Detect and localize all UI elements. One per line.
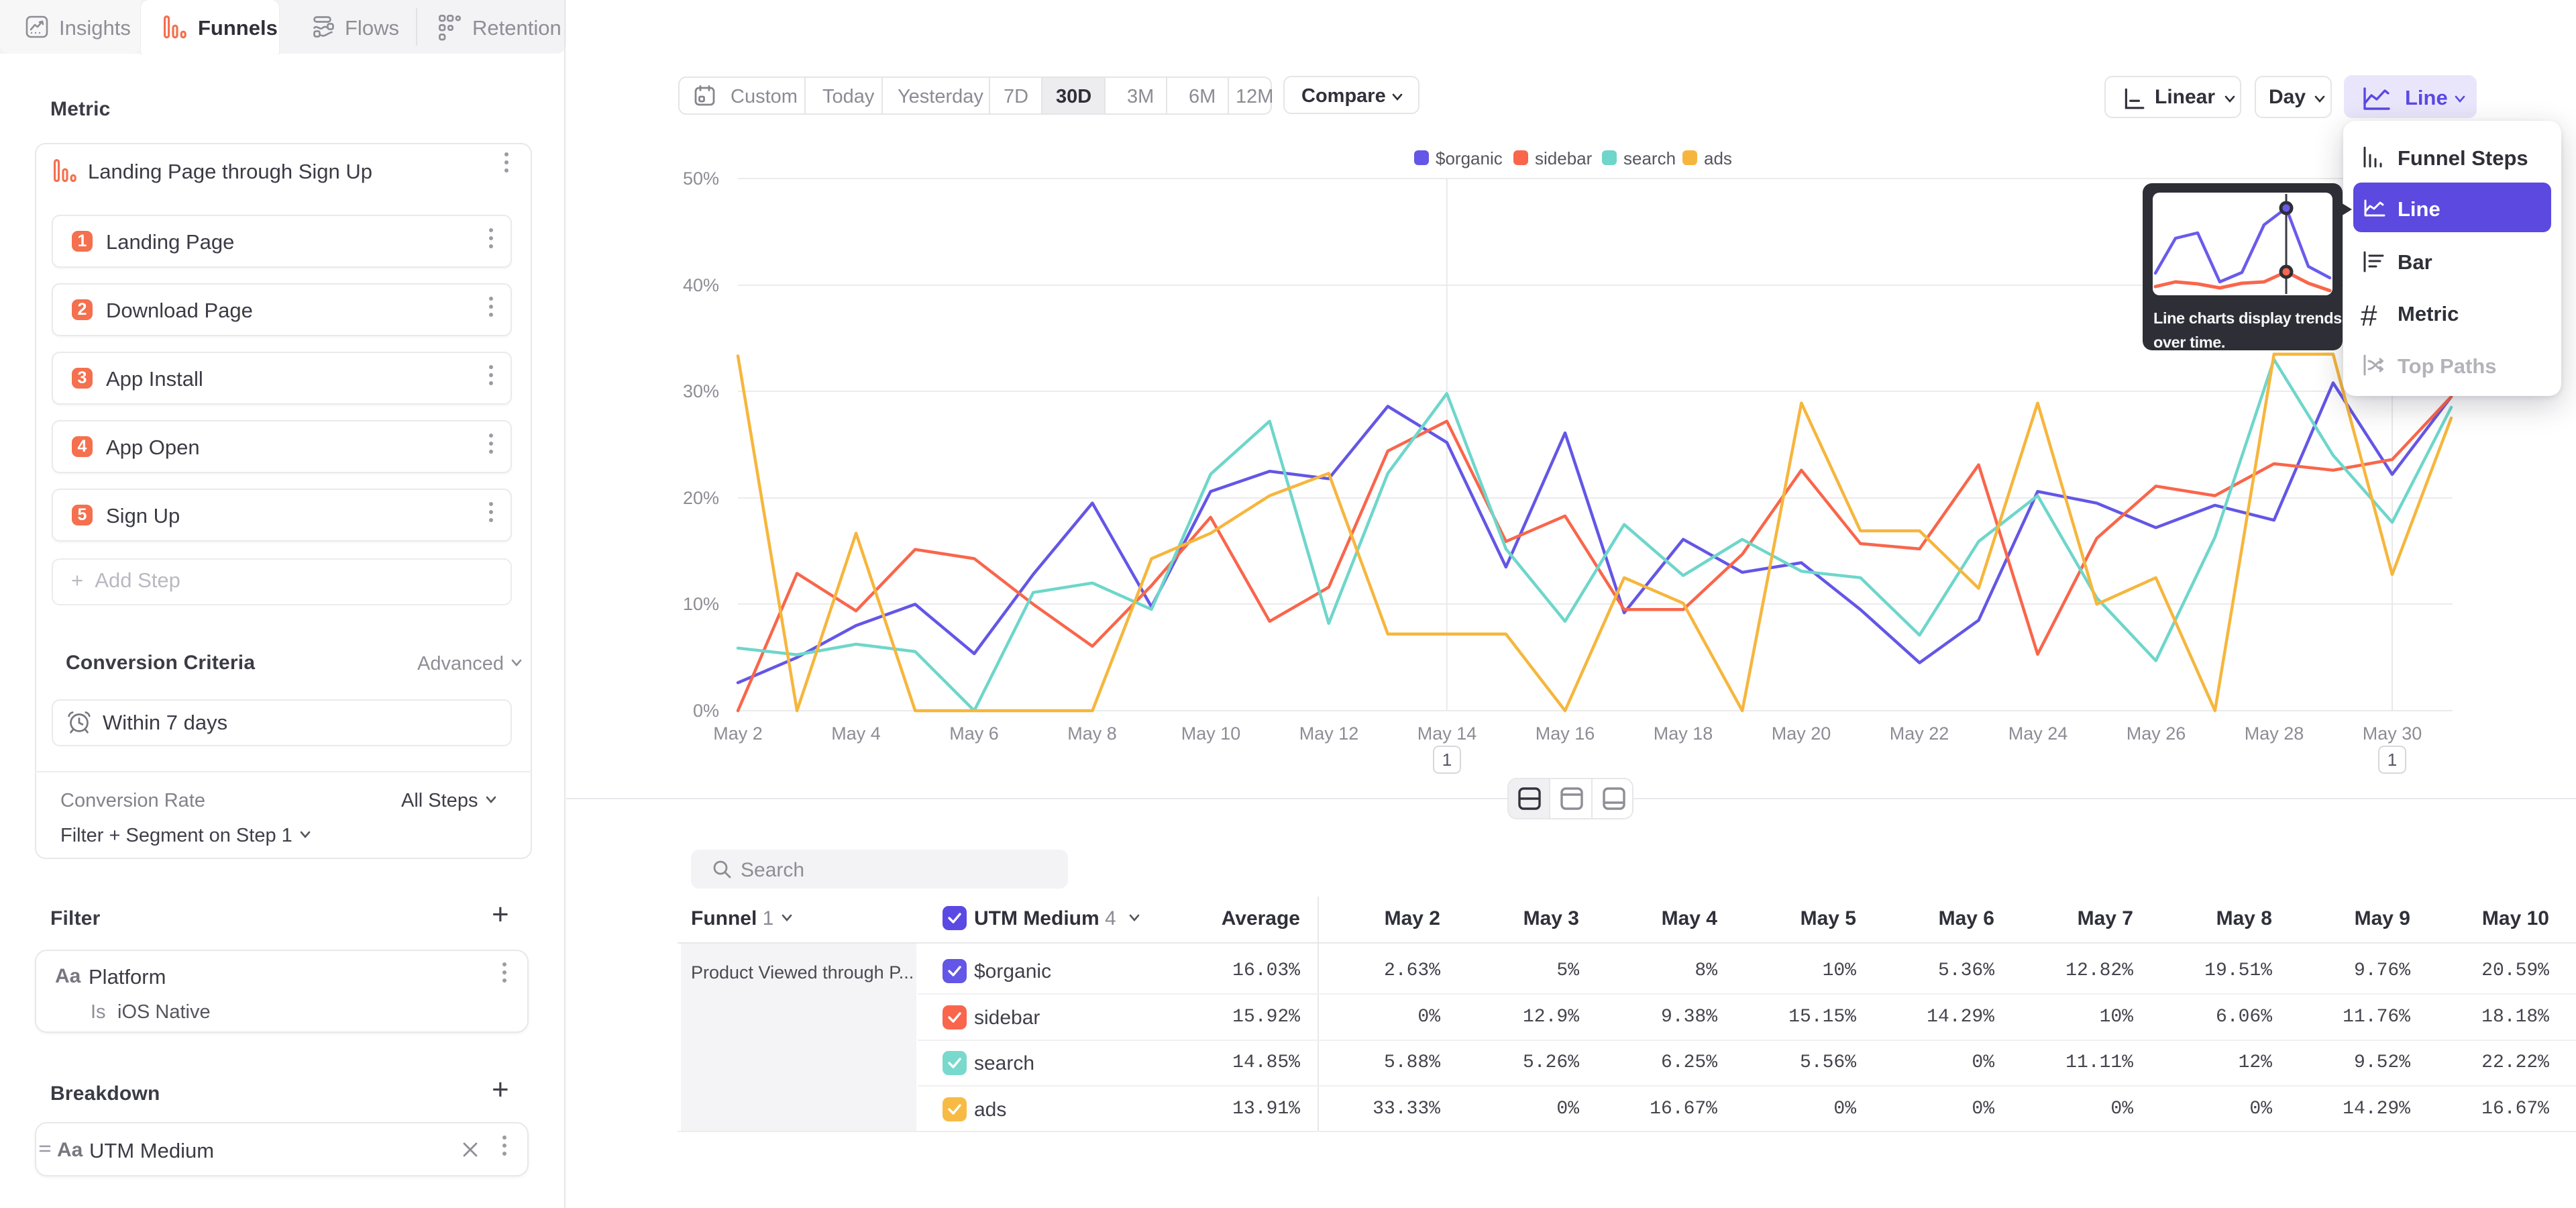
svg-text:1: 1 (1442, 750, 1452, 770)
svg-text:10%: 10% (683, 594, 719, 614)
svg-text:May 22: May 22 (1890, 723, 1949, 744)
svg-text:May 10: May 10 (1181, 723, 1241, 744)
svg-text:1: 1 (2387, 750, 2397, 770)
svg-text:0%: 0% (693, 701, 719, 721)
svg-text:May 8: May 8 (1067, 723, 1117, 744)
svg-text:May 16: May 16 (1536, 723, 1595, 744)
svg-text:May 26: May 26 (2127, 723, 2186, 744)
svg-text:May 20: May 20 (1772, 723, 1831, 744)
svg-text:May 4: May 4 (831, 723, 881, 744)
svg-text:May 24: May 24 (2008, 723, 2068, 744)
svg-text:May 2: May 2 (713, 723, 763, 744)
svg-text:20%: 20% (683, 488, 719, 508)
svg-text:May 14: May 14 (1417, 723, 1477, 744)
svg-text:30%: 30% (683, 381, 719, 401)
svg-text:50%: 50% (683, 168, 719, 189)
svg-text:May 28: May 28 (2245, 723, 2304, 744)
svg-text:May 6: May 6 (949, 723, 999, 744)
svg-text:May 18: May 18 (1654, 723, 1713, 744)
svg-text:40%: 40% (683, 275, 719, 295)
svg-text:May 30: May 30 (2363, 723, 2422, 744)
svg-text:May 12: May 12 (1299, 723, 1359, 744)
